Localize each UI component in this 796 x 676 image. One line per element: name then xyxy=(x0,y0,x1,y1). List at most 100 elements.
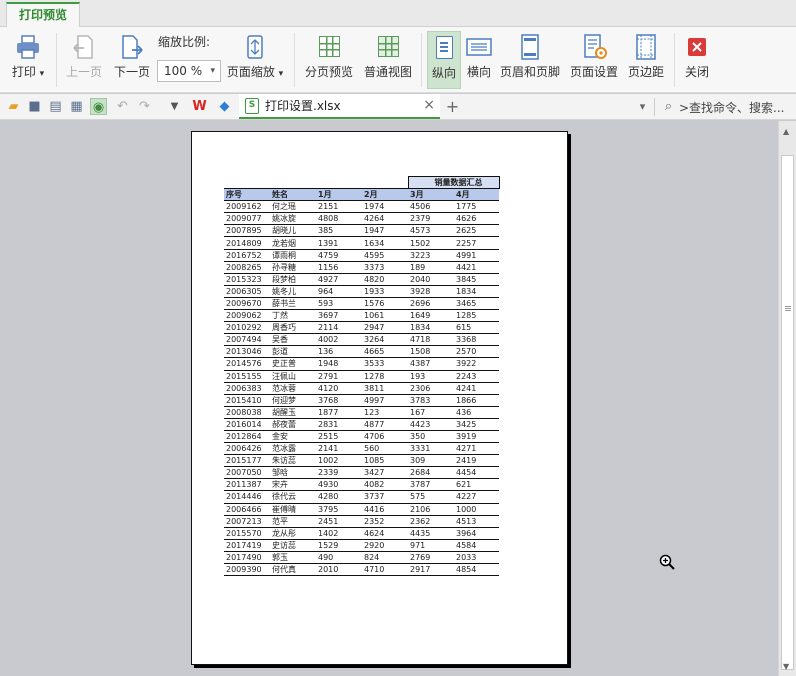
table-cell: 1948 xyxy=(316,357,362,371)
page-setup-label: 页面设置 xyxy=(569,65,618,79)
table-cell: 4506 xyxy=(408,200,454,214)
command-search-box[interactable]: >查找命令、搜索... xyxy=(679,99,785,116)
table-cell: 2009077 xyxy=(224,212,270,226)
table-cell: 2033 xyxy=(454,551,499,565)
printer-icon[interactable]: ▦ xyxy=(68,98,85,115)
portrait-label: 纵向 xyxy=(431,66,456,80)
vertical-scrollbar[interactable]: ▲ ▼ xyxy=(778,121,796,676)
table-cell: 490 xyxy=(316,551,362,565)
table-cell: 2006383 xyxy=(224,382,270,395)
table-cell: 4595 xyxy=(362,249,408,262)
table-cell: 4423 xyxy=(408,418,454,431)
tab-print-preview[interactable]: 打印预览 xyxy=(6,2,80,28)
margins-button[interactable]: 页边距 xyxy=(626,31,666,89)
table-row: 2009390 何代真 2010 4710 2917 4854 xyxy=(224,563,499,577)
preview-canvas[interactable]: 销量数据汇总 序号 姓名 1月 2月 3月 4月 2009162 何之瑶 2151 1… xyxy=(0,121,778,676)
header-cell: 4月 xyxy=(454,188,499,202)
table-cell: 2006305 xyxy=(224,285,270,298)
close-preview-button[interactable]: 关闭 xyxy=(680,31,714,89)
page-zoom-button[interactable]: 页面缩放 ▾ xyxy=(224,31,286,89)
table-cell: 2696 xyxy=(408,297,454,311)
table-cell: 范平 xyxy=(270,515,316,528)
open-folder-icon[interactable]: ▰ xyxy=(5,98,22,115)
header-footer-label: 页眉和页脚 xyxy=(499,65,560,79)
undo-icon[interactable]: ↶ xyxy=(114,98,131,115)
table-cell: 4241 xyxy=(454,382,499,395)
table-row: 2015323 段梦柏 4927 4820 2040 3845 xyxy=(224,273,499,286)
table-cell: 385 xyxy=(316,224,362,238)
table-cell: 2006426 xyxy=(224,442,270,456)
table-cell: 2014576 xyxy=(224,357,270,371)
table-row: 2012864 金安 2515 4706 350 3919 xyxy=(224,430,499,444)
table-cell: 周香巧 xyxy=(270,321,316,335)
prev-page-button[interactable]: 上一页 xyxy=(62,31,106,89)
chevron-down-icon[interactable]: ▾ xyxy=(40,69,45,79)
table-cell: 575 xyxy=(408,490,454,504)
landscape-label: 横向 xyxy=(466,65,491,79)
table-cell: 2570 xyxy=(454,345,499,359)
table-cell: 2016014 xyxy=(224,418,270,431)
chevron-down-icon: ▾ xyxy=(210,66,215,76)
redo-icon[interactable]: ↷ xyxy=(136,98,153,115)
close-tab-icon[interactable]: × xyxy=(423,94,435,116)
table-cell: 4454 xyxy=(454,466,499,480)
table-cell: 4877 xyxy=(362,418,408,431)
table-cell: 2917 xyxy=(408,563,454,577)
table-row: 2007050 邹晗 2339 3427 2684 4454 xyxy=(224,466,499,480)
normal-view-button[interactable]: 普通视图 xyxy=(360,31,416,89)
scroll-down-icon[interactable]: ▼ xyxy=(783,662,789,671)
table-cell: 3783 xyxy=(408,394,454,407)
scrollbar-thumb[interactable] xyxy=(781,155,794,670)
table-cell: 4706 xyxy=(362,430,408,444)
landscape-button[interactable]: 横向 xyxy=(463,31,495,89)
print-preview-icon[interactable]: ◉ xyxy=(90,98,107,115)
table-row: 2009670 薛书兰 593 1576 2696 3465 xyxy=(224,297,499,311)
file-tab[interactable]: S 打印设置.xlsx × xyxy=(239,94,440,119)
scroll-up-icon[interactable]: ▲ xyxy=(783,127,789,136)
table-cell: 3427 xyxy=(362,466,408,480)
table-cell: 郭玉 xyxy=(270,551,316,565)
page-break-preview-button[interactable]: 分页预览 xyxy=(301,31,357,89)
table-cell: 丁然 xyxy=(270,309,316,323)
table-row: 2009077 姚冰旋 4808 4264 2379 4626 xyxy=(224,212,499,226)
next-page-button[interactable]: 下一页 xyxy=(110,31,154,89)
table-cell: 2012864 xyxy=(224,430,270,444)
table-cell: 193 xyxy=(408,370,454,383)
table-cell: 宋卉 xyxy=(270,478,316,492)
table-row: 2014446 徐代云 4280 3737 575 4227 xyxy=(224,490,499,504)
export-pdf-icon[interactable]: ▤ xyxy=(47,98,64,115)
table-cell: 吴香 xyxy=(270,333,316,347)
header-footer-button[interactable]: 页眉和页脚 xyxy=(499,31,561,89)
table-cell: 4584 xyxy=(454,539,499,552)
table-cell: 136 xyxy=(316,345,362,359)
menu-dropdown-icon[interactable]: ▾ xyxy=(634,98,651,115)
table-row: 2016752 谭雨桐 4759 4595 3223 4991 xyxy=(224,249,499,262)
page-break-preview-label: 分页预览 xyxy=(304,65,353,79)
header-cell: 序号 xyxy=(224,188,270,202)
page-setup-button[interactable]: 页面设置 xyxy=(568,31,620,89)
print-button[interactable]: 打印 ▾ xyxy=(6,31,50,89)
zoom-ratio-select[interactable]: 100 % ▾ xyxy=(157,60,221,82)
search-icon[interactable]: ⌕ xyxy=(660,98,677,115)
next-page-label: 下一页 xyxy=(113,65,150,79)
wps-logo-icon[interactable]: W xyxy=(191,98,208,115)
portrait-button[interactable]: 纵向 xyxy=(427,31,461,89)
page-zoom-label: 页面缩放 xyxy=(226,65,275,79)
margins-icon xyxy=(632,33,660,61)
table-cell: 何之瑶 xyxy=(270,200,316,214)
table-cell: 1576 xyxy=(362,297,408,311)
table-row: 2009162 何之瑶 2151 1974 4506 1775 xyxy=(224,200,499,214)
table-cell: 971 xyxy=(408,539,454,552)
table-cell: 3465 xyxy=(454,297,499,311)
table-row: 2017490 郭玉 490 824 2769 2033 xyxy=(224,551,499,565)
chevron-down-icon[interactable]: ▼ xyxy=(166,98,183,115)
cube-icon[interactable]: ◆ xyxy=(216,98,233,115)
fit-page-icon xyxy=(241,33,269,61)
table-cell: 3928 xyxy=(408,285,454,298)
table-cell: 1877 xyxy=(316,406,362,419)
header-cell: 1月 xyxy=(316,188,362,202)
table-cell: 4271 xyxy=(454,442,499,456)
new-tab-icon[interactable]: + xyxy=(444,98,461,115)
close-icon xyxy=(683,33,711,61)
save-icon[interactable]: ■ xyxy=(26,98,43,115)
